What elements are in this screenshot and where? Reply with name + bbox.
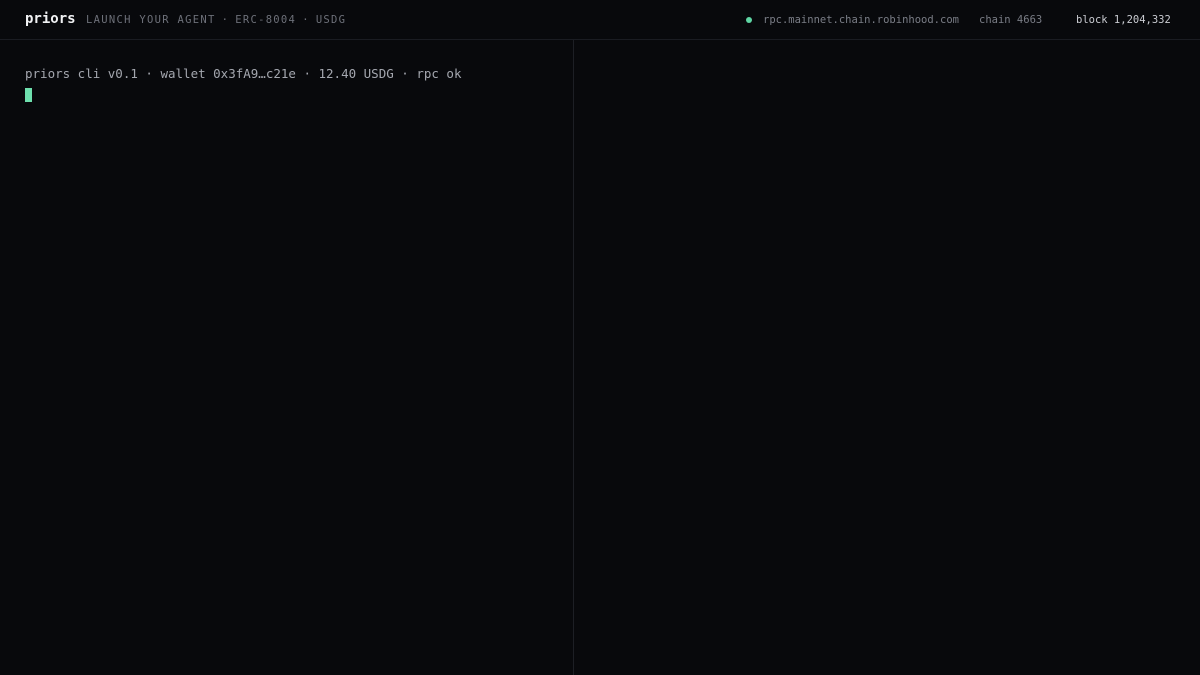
tagline-token: USDG [315, 14, 347, 26]
rpc-host: rpc.mainnet.chain.robinhood.com [763, 14, 959, 26]
terminal-cursor[interactable] [25, 88, 32, 102]
block-height: block 1,204,332 [1076, 14, 1171, 26]
chain-id: chain 4663 [979, 14, 1043, 26]
tagline-separator: · [221, 14, 230, 26]
output-pane [575, 40, 1200, 675]
brand-logo[interactable]: priors [25, 11, 76, 27]
tagline-standard: ERC-8004 [235, 14, 297, 26]
app-window: priors LAUNCH YOUR AGENT · ERC-8004 · USDG r… [0, 0, 1200, 675]
top-bar: priors LAUNCH YOUR AGENT · ERC-8004 · USDG r… [0, 0, 1200, 40]
terminal-pane[interactable]: priors cli v0.1 · wallet 0x3fA9…c21e · 1… [0, 40, 574, 675]
cli-status-line: priors cli v0.1 · wallet 0x3fA9…c21e · 1… [25, 66, 462, 81]
tagline: LAUNCH YOUR AGENT · ERC-8004 · USDG [86, 14, 346, 26]
tagline-separator: · [302, 14, 310, 26]
rpc-status-dot-icon [746, 17, 752, 23]
tagline-launch: LAUNCH YOUR AGENT [86, 14, 216, 26]
